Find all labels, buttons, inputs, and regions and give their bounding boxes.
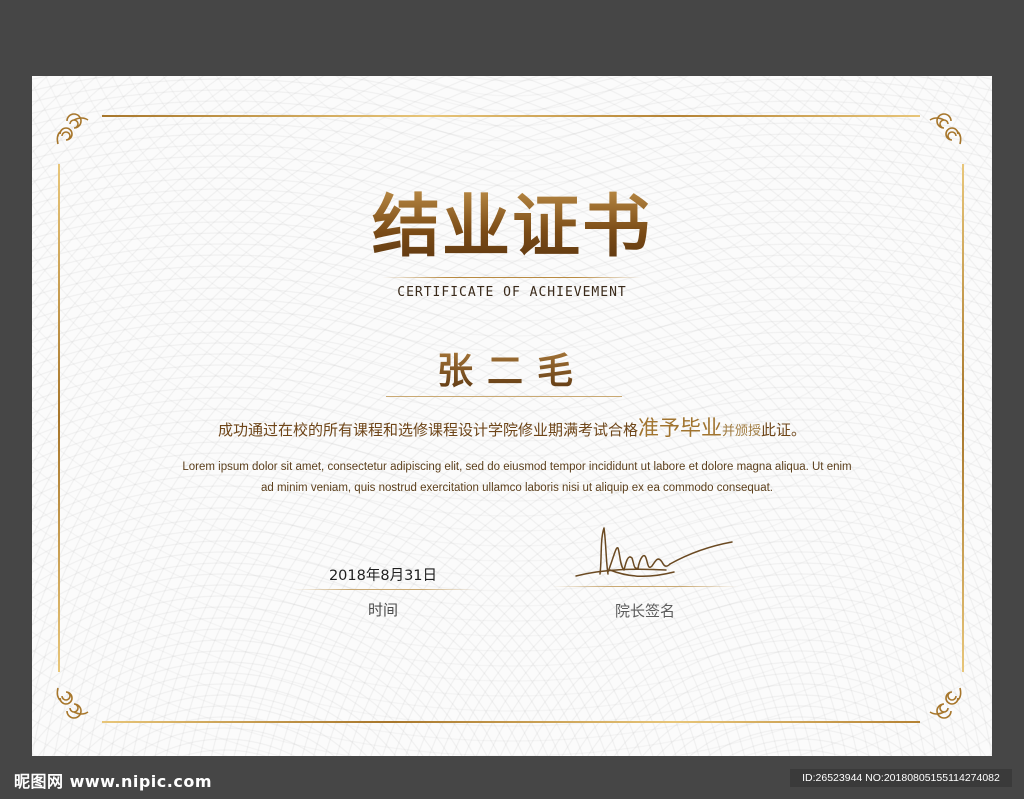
border-top [102, 115, 920, 117]
certificate: 结业证书 CERTIFICATE OF ACHIEVEMENT 张二毛 成功通过… [32, 76, 992, 756]
certificate-subtitle: CERTIFICATE OF ACHIEVEMENT [397, 285, 627, 300]
image-id-label: ID:26523944 NO:20180805155114274082 [790, 769, 1012, 787]
date-value: 2018年8月31日 [328, 568, 438, 584]
statement-highlight: 准予毕业 [637, 416, 722, 440]
corner-ornament-icon [52, 110, 98, 156]
name-underline [386, 396, 622, 397]
recipient-name: 张二毛 [32, 348, 992, 394]
certificate-title: 结业证书 [32, 188, 992, 268]
border-bottom [102, 721, 920, 723]
lorem-line: Lorem ipsum dolor sit amet, consectetur … [182, 461, 852, 473]
corner-ornament-icon [52, 676, 98, 722]
site-watermark: 昵图网 www.nipic.com [14, 772, 212, 791]
certificate-statement: 成功通过在校的所有课程和选修课程设计学院修业期满考试合格准予毕业并颁授此证。 [32, 414, 992, 446]
signature-label: 院长签名 [614, 602, 675, 620]
statement-text-end: 此证。 [761, 421, 807, 439]
corner-ornament-icon [920, 676, 966, 722]
date-label: 时间 [367, 601, 398, 619]
lorem-line: ad minim veniam, quis nostrud exercitati… [260, 482, 773, 494]
statement-text-small: 并颁授 [721, 424, 761, 439]
corner-ornament-icon [920, 110, 966, 156]
title-divider [382, 277, 642, 278]
signature-underline [552, 586, 738, 587]
lorem-paragraph: Lorem ipsum dolor sit amet, consectetur … [172, 457, 862, 499]
statement-text: 成功通过在校的所有课程和选修课程设计学院修业期满考试合格 [217, 421, 638, 439]
date-underline [294, 589, 476, 590]
signature-scribble-icon [570, 518, 740, 584]
